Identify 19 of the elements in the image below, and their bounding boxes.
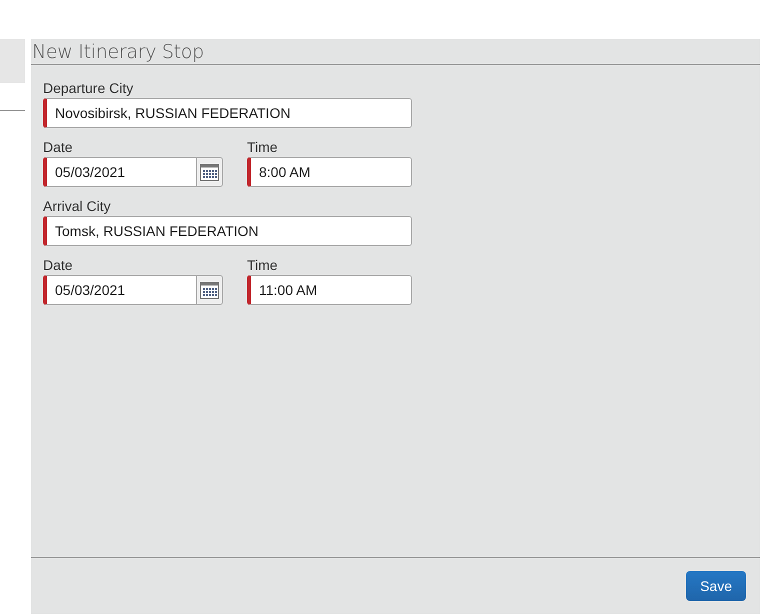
calendar-icon [200, 164, 219, 180]
field-label: Departure City [43, 80, 134, 97]
field-label: Time [247, 139, 279, 156]
calendar-button[interactable] [196, 275, 223, 305]
city-field[interactable]: Tomsk, RUSSIAN FEDERATION [43, 216, 412, 246]
date-field[interactable]: 05/03/2021 [43, 157, 196, 187]
dialog-title: New Itinerary Stop [31, 39, 760, 65]
calendar-icon [200, 282, 219, 298]
calendar-button[interactable] [196, 157, 223, 187]
time-field[interactable]: 11:00 AM [247, 275, 412, 305]
city-field[interactable]: Novosibirsk, RUSSIAN FEDERATION [43, 98, 412, 128]
sidebar-panel [0, 39, 25, 83]
field-label: Date [43, 257, 74, 274]
save-button[interactable]: Save [686, 571, 746, 601]
date-field[interactable]: 05/03/2021 [43, 275, 196, 305]
time-field[interactable]: 8:00 AM [247, 157, 412, 187]
field-label: Time [247, 257, 279, 274]
field-label: Date [43, 139, 74, 156]
field-label: Arrival City [43, 198, 112, 215]
